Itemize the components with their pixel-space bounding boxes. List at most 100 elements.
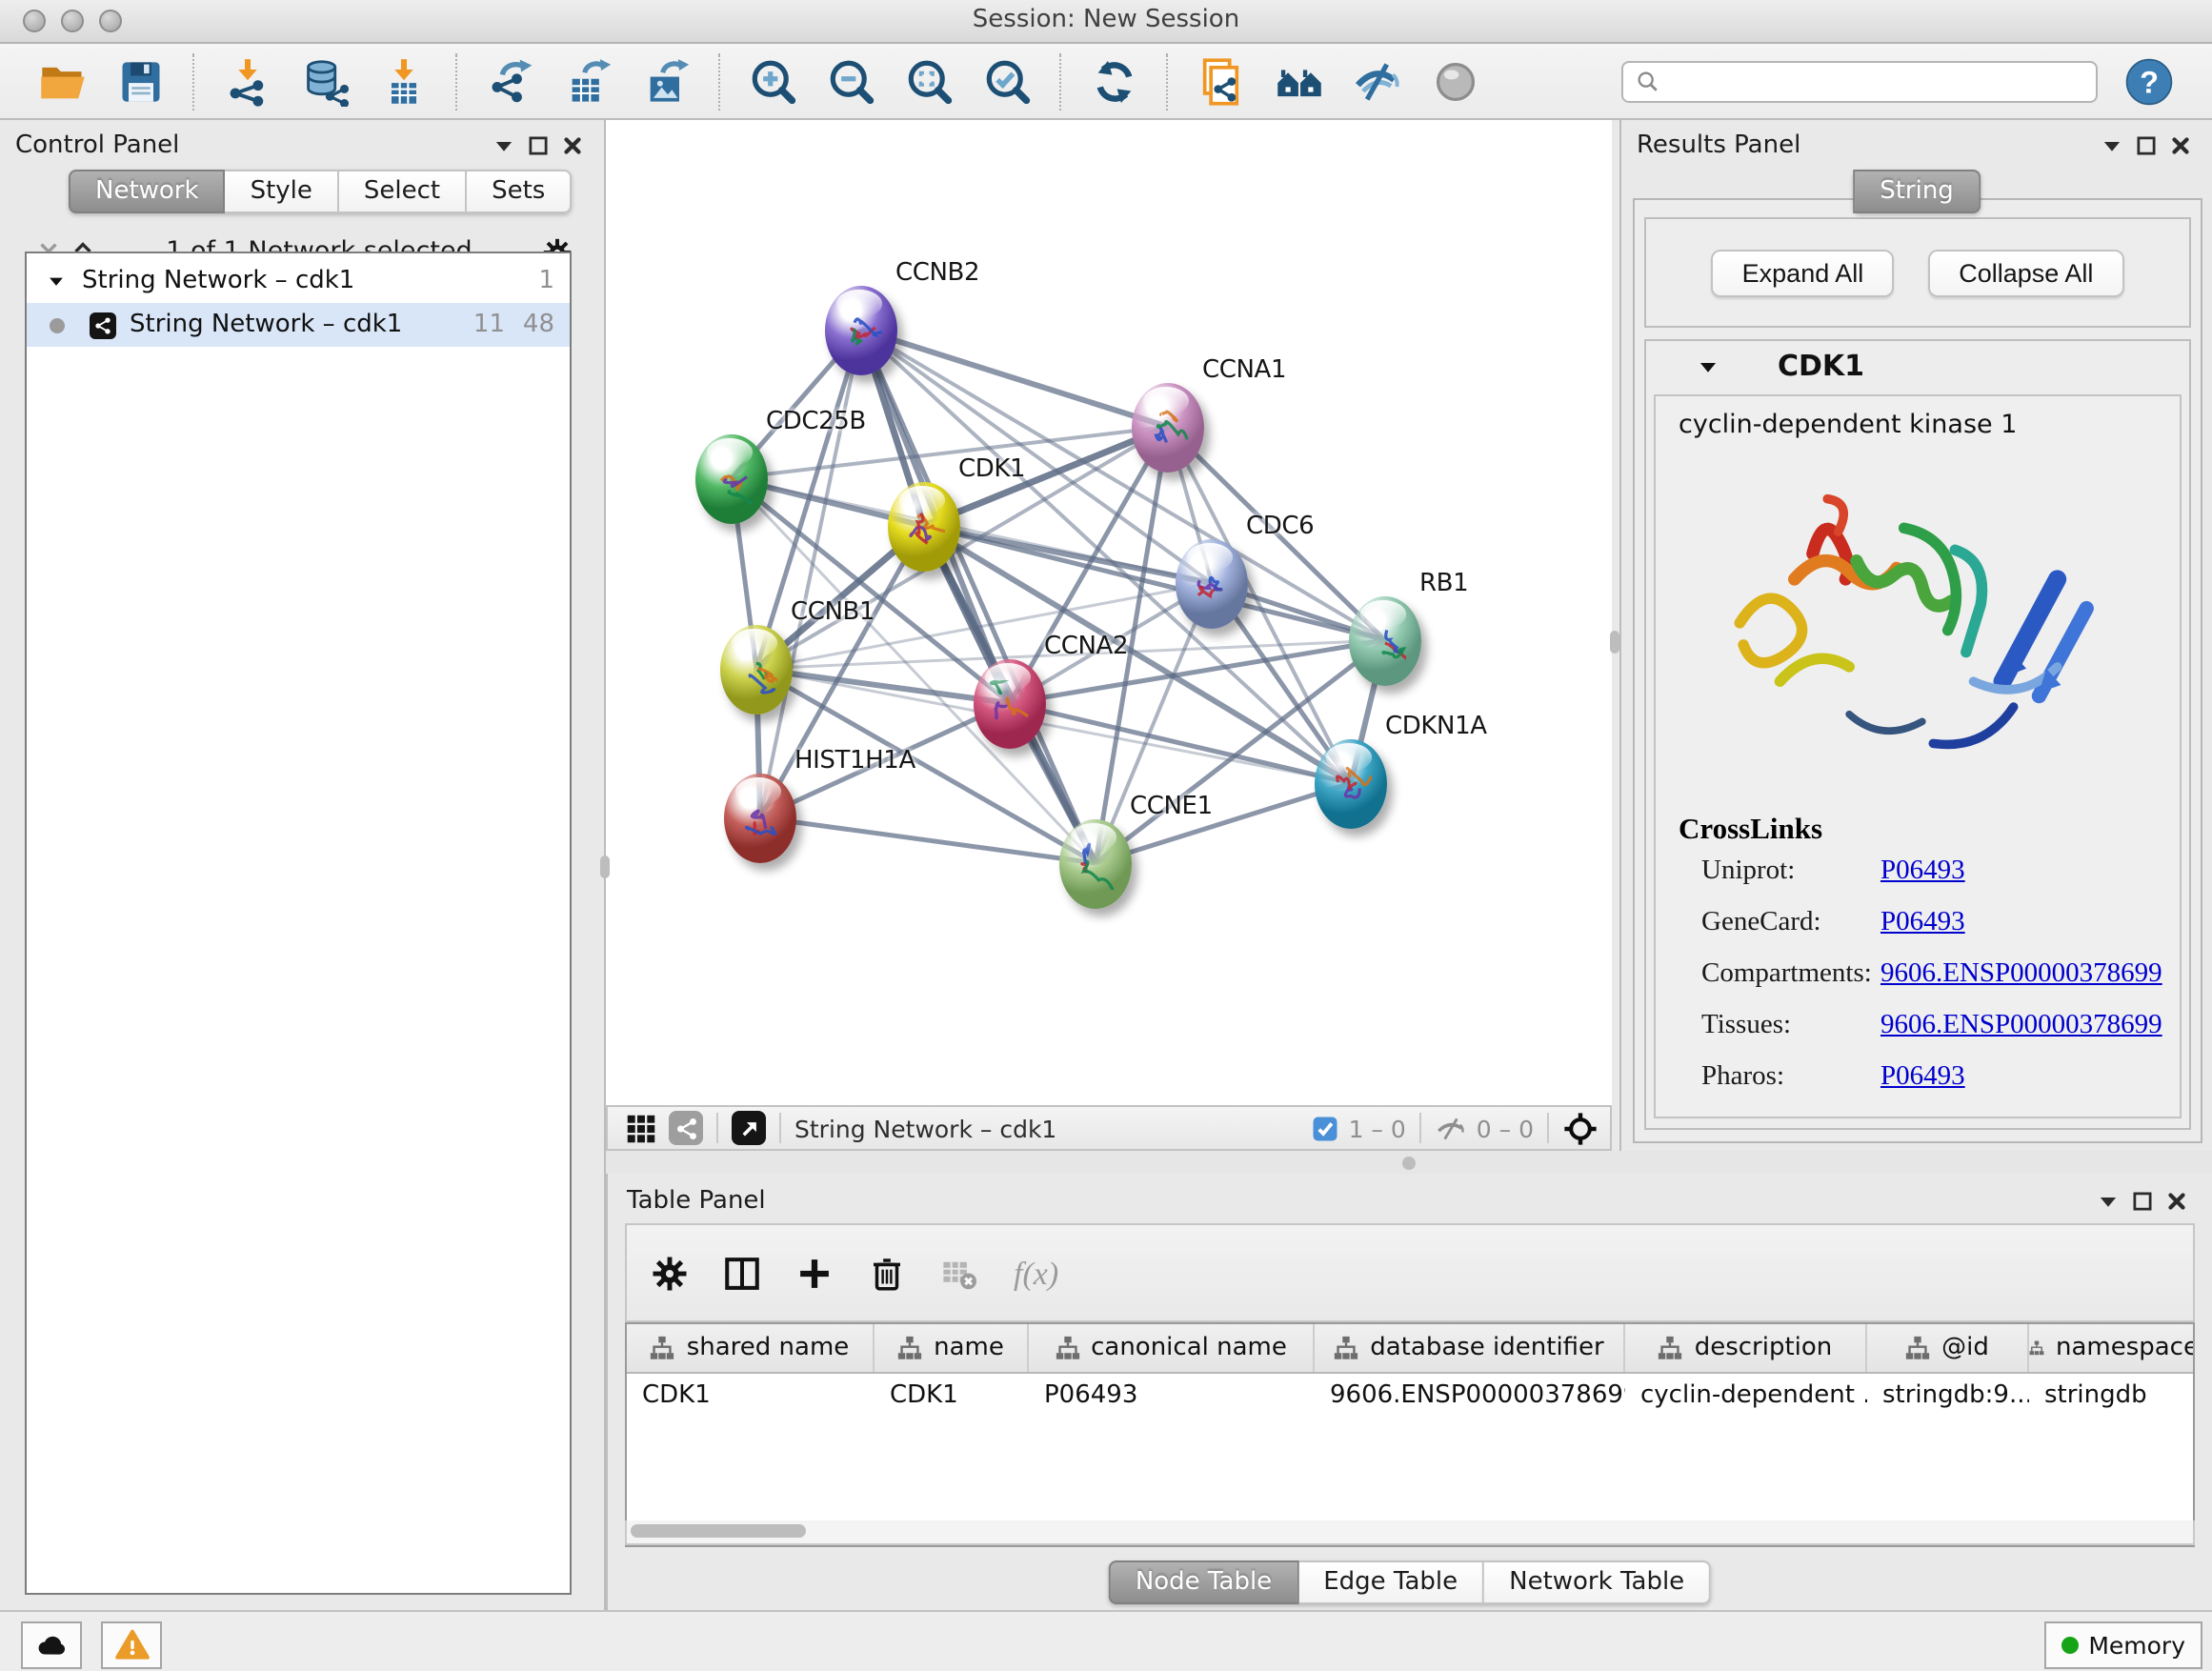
- import-network-icon[interactable]: [208, 49, 286, 113]
- table-cell-shared-name[interactable]: CDK1: [627, 1380, 875, 1409]
- table-cell-namespace[interactable]: stringdb: [2029, 1380, 2195, 1409]
- crosslink-link-uniprot[interactable]: P06493: [1880, 856, 1965, 888]
- table-cell-database-identifier[interactable]: 9606.ENSP00000378699: [1315, 1380, 1625, 1409]
- network-node-cdk1[interactable]: [888, 481, 960, 571]
- zoom-fit-icon[interactable]: [890, 49, 968, 113]
- table-settings-gear-icon[interactable]: [646, 1250, 692, 1296]
- table-cell-id[interactable]: stringdb:9...: [1867, 1380, 2029, 1409]
- node-table[interactable]: shared namenamecanonical namedatabase id…: [625, 1322, 2195, 1547]
- table-cell-name[interactable]: CDK1: [875, 1380, 1029, 1409]
- search-box[interactable]: [1621, 60, 2098, 102]
- selected-checkbox-icon[interactable]: [1311, 1114, 1339, 1142]
- crosshair-icon[interactable]: [1562, 1110, 1599, 1146]
- hidden-eye-icon[interactable]: [1435, 1112, 1467, 1144]
- tab-network[interactable]: Network: [69, 170, 226, 213]
- column-header-name[interactable]: name: [875, 1324, 1029, 1372]
- gene-section-header[interactable]: CDK1: [1646, 341, 2189, 391]
- network-node-cdc25b[interactable]: [695, 433, 768, 523]
- expand-all-button[interactable]: Expand All: [1712, 249, 1895, 296]
- delete-column-icon[interactable]: [863, 1250, 909, 1296]
- warning-status-button[interactable]: [101, 1621, 162, 1669]
- export-table-icon[interactable]: [549, 49, 627, 113]
- cloud-status-button[interactable]: [21, 1621, 82, 1669]
- network-edge-ccnb2-rb1[interactable]: [861, 330, 1385, 640]
- table-cell-canonical-name[interactable]: P06493: [1029, 1380, 1315, 1409]
- zoom-in-icon[interactable]: [734, 49, 812, 113]
- crosslink-link-pharos[interactable]: P06493: [1880, 1061, 1965, 1094]
- splitter-handle[interactable]: [1402, 1157, 1416, 1170]
- zoom-out-icon[interactable]: [812, 49, 890, 113]
- panel-menu-icon[interactable]: [2094, 131, 2128, 158]
- section-collapse-caret-icon[interactable]: [1696, 353, 1720, 378]
- network-view-canvas[interactable]: CCNB2CCNA1CDC25BCDK1CDC6RB1CCNB1CCNA2CDK…: [606, 120, 1612, 1105]
- show-all-icon[interactable]: [1416, 49, 1494, 113]
- zoom-selected-icon[interactable]: [968, 49, 1046, 113]
- external-link-icon[interactable]: [732, 1111, 766, 1145]
- panel-menu-icon[interactable]: [2090, 1187, 2124, 1214]
- refresh-icon[interactable]: [1075, 49, 1153, 113]
- tab-edge-table[interactable]: Edge Table: [1298, 1560, 1484, 1604]
- network-node-hist1h1a[interactable]: [724, 773, 796, 862]
- horizontal-splitter[interactable]: [606, 1151, 2212, 1174]
- collapse-all-button[interactable]: Collapse All: [1928, 249, 2123, 296]
- panel-float-icon[interactable]: [2128, 131, 2162, 158]
- search-input[interactable]: [1661, 66, 2084, 96]
- column-header-canonical-name[interactable]: canonical name: [1029, 1324, 1315, 1372]
- crosslink-link-tissues[interactable]: 9606.ENSP00000378699: [1880, 1010, 2162, 1042]
- panel-menu-icon[interactable]: [486, 131, 520, 158]
- crosslink-link-genecard[interactable]: P06493: [1880, 907, 1965, 939]
- open-file-icon[interactable]: [23, 49, 101, 113]
- new-network-from-selection-icon[interactable]: [1181, 49, 1259, 113]
- network-edge-ccnb2-ccna1[interactable]: [861, 330, 1168, 427]
- network-row-selected[interactable]: String Network – cdk1 11 48: [27, 303, 570, 347]
- tab-select[interactable]: Select: [339, 170, 467, 213]
- network-node-ccnb1[interactable]: [720, 624, 793, 714]
- column-header-database-identifier[interactable]: database identifier: [1315, 1324, 1625, 1372]
- network-node-rb1[interactable]: [1349, 595, 1421, 685]
- panel-close-icon[interactable]: [554, 131, 589, 158]
- collection-expand-caret-icon[interactable]: [46, 271, 67, 292]
- network-node-ccna1[interactable]: [1132, 382, 1204, 472]
- network-edge-hist1h1a-ccne1[interactable]: [760, 817, 1096, 863]
- grid-view-icon[interactable]: [619, 1115, 661, 1141]
- string-network-icon[interactable]: [669, 1111, 703, 1145]
- import-network-from-database-icon[interactable]: [286, 49, 364, 113]
- tab-node-table[interactable]: Node Table: [1109, 1560, 1298, 1604]
- column-header-shared-name[interactable]: shared name: [627, 1324, 875, 1372]
- memory-button[interactable]: Memory: [2044, 1621, 2202, 1669]
- column-header-id[interactable]: @id: [1867, 1324, 2029, 1372]
- left-splitter-handle[interactable]: [600, 856, 610, 878]
- network-edge-ccnb2-ccne1[interactable]: [861, 330, 1096, 863]
- table-horizontal-scrollbar[interactable]: [625, 1520, 2195, 1545]
- right-splitter-handle[interactable]: [1610, 631, 1619, 654]
- network-node-ccne1[interactable]: [1059, 818, 1132, 908]
- panel-close-icon[interactable]: [2162, 131, 2197, 158]
- tab-sets[interactable]: Sets: [467, 170, 572, 213]
- panel-float-icon[interactable]: [520, 131, 554, 158]
- network-node-ccnb2[interactable]: [825, 285, 897, 374]
- table-row[interactable]: CDK1CDK1P064939606.ENSP00000378699cyclin…: [627, 1374, 2193, 1416]
- split-columns-icon[interactable]: [718, 1250, 764, 1296]
- tab-style[interactable]: Style: [226, 170, 339, 213]
- crosslink-link-compartments[interactable]: 9606.ENSP00000378699: [1880, 958, 2162, 991]
- tab-string[interactable]: String: [1853, 170, 1981, 213]
- column-header-description[interactable]: description: [1625, 1324, 1867, 1372]
- network-collection-row[interactable]: String Network – cdk1 1: [27, 259, 570, 303]
- network-node-cdkn1a[interactable]: [1315, 738, 1387, 828]
- houses-icon[interactable]: [1259, 49, 1337, 113]
- panel-close-icon[interactable]: [2159, 1187, 2193, 1214]
- network-edge-ccna2-cdkn1a[interactable]: [1010, 703, 1351, 783]
- tab-network-table[interactable]: Network Table: [1484, 1560, 1711, 1604]
- export-network-icon[interactable]: [471, 49, 549, 113]
- export-image-icon[interactable]: [627, 49, 705, 113]
- panel-float-icon[interactable]: [2124, 1187, 2159, 1214]
- hide-selected-icon[interactable]: [1337, 49, 1416, 113]
- add-column-icon[interactable]: [791, 1250, 836, 1296]
- table-cell-description[interactable]: cyclin-dependent ...: [1625, 1380, 1867, 1409]
- scrollbar-thumb[interactable]: [631, 1524, 806, 1538]
- column-header-namespace[interactable]: namespace: [2029, 1324, 2195, 1372]
- network-node-ccna2[interactable]: [974, 658, 1046, 748]
- network-node-cdc6[interactable]: [1176, 538, 1248, 628]
- help-icon[interactable]: [2124, 56, 2174, 106]
- import-table-icon[interactable]: [364, 49, 442, 113]
